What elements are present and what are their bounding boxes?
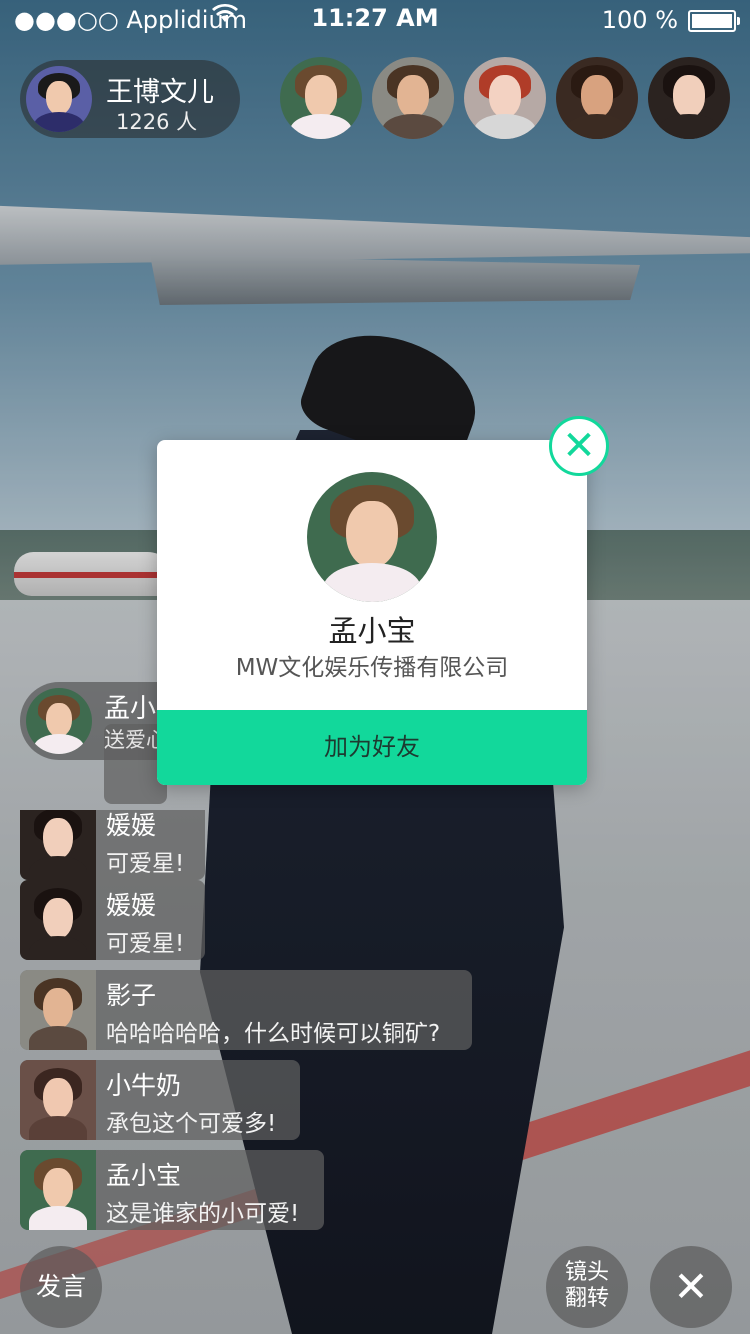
- chat-message: 影子 哈哈哈哈哈，什么时候可以铜矿?: [20, 970, 472, 1050]
- chat-text: 哈哈哈哈哈，什么时候可以铜矿?: [106, 1021, 441, 1047]
- chat-username: 小牛奶: [106, 1071, 182, 1100]
- battery-percent: 100 %: [601, 6, 678, 34]
- flip-camera-button[interactable]: 镜头 翻转: [546, 1246, 628, 1328]
- flip-camera-label-line1: 镜头: [564, 1260, 609, 1285]
- chat-username: 影子: [106, 981, 157, 1010]
- viewer-avatar-list: [0, 57, 750, 141]
- profile-card-dialog: 孟小宝 MW文化娱乐传播有限公司 加为好友: [157, 440, 587, 785]
- profile-company: MW文化娱乐传播有限公司: [235, 655, 509, 681]
- close-dialog-icon[interactable]: ✕: [549, 416, 609, 476]
- viewer-avatar[interactable]: [556, 57, 638, 139]
- viewer-avatar[interactable]: [464, 57, 546, 139]
- close-live-button[interactable]: ✕: [650, 1246, 732, 1328]
- viewer-avatar[interactable]: [280, 57, 362, 139]
- chat-avatar[interactable]: [20, 970, 96, 1050]
- chat-avatar[interactable]: [20, 880, 96, 960]
- chat-message: 媛媛 可爱星!: [20, 880, 205, 960]
- battery-icon: [688, 10, 740, 32]
- viewer-avatar[interactable]: [372, 57, 454, 139]
- chat-text: 承包这个可爱多!: [106, 1111, 277, 1137]
- add-friend-button[interactable]: 加为好友: [157, 710, 587, 785]
- chat-text: 这是谁家的小可爱!: [106, 1201, 300, 1227]
- chat-avatar[interactable]: [20, 1060, 96, 1140]
- status-bar: ●●●○○ Applidium 11:27 AM 100 %: [0, 0, 750, 40]
- chat-avatar[interactable]: [20, 810, 96, 880]
- chat-username: 媛媛: [106, 811, 157, 840]
- chat-list[interactable]: 媛媛 可爱星! 媛媛 可爱星! 影子 哈哈哈哈哈，什么时候可以铜矿? 小牛奶 承…: [20, 810, 500, 1230]
- gift-sender-name: 孟小: [104, 694, 157, 724]
- chat-text: 可爱星!: [106, 851, 185, 877]
- flip-camera-label-line2: 翻转: [564, 1286, 609, 1311]
- chat-avatar[interactable]: [20, 1150, 96, 1230]
- chat-message: 小牛奶 承包这个可爱多!: [20, 1060, 300, 1140]
- chat-message: 媛媛 可爱星!: [20, 810, 205, 880]
- chat-username: 媛媛: [106, 891, 157, 920]
- profile-avatar: [307, 472, 437, 602]
- gift-sender-avatar[interactable]: [26, 688, 92, 754]
- chat-username: 孟小宝: [106, 1161, 182, 1190]
- speak-button[interactable]: 发言: [20, 1246, 102, 1328]
- chat-text: 可爱星!: [106, 931, 185, 957]
- chat-message: 孟小宝 这是谁家的小可爱!: [20, 1150, 324, 1230]
- viewer-avatar[interactable]: [648, 57, 730, 139]
- profile-name: 孟小宝: [328, 614, 416, 648]
